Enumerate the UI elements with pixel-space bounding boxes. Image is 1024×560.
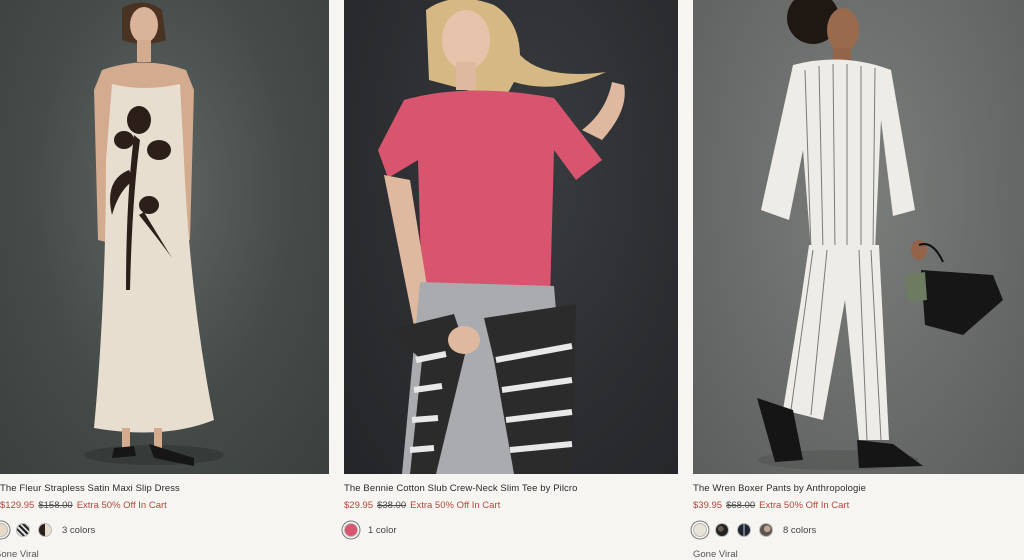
product-title[interactable]: The Bennie Cotton Slub Crew-Neck Slim Te… <box>344 483 678 494</box>
price-row: $29.95 $38.00 Extra 50% Off In Cart <box>344 500 678 511</box>
taupe-print-swatch[interactable] <box>759 523 773 537</box>
promo-text: Extra 50% Off In Cart <box>76 500 167 511</box>
color-swatches: 8 colors <box>693 521 1024 539</box>
color-count: 3 colors <box>62 524 96 536</box>
product-title[interactable]: The Wren Boxer Pants by Anthropologie <box>693 483 1024 494</box>
price-row: $39.95 $68.00 Extra 50% Off In Cart <box>693 500 1024 511</box>
product-title[interactable]: The Fleur Strapless Satin Maxi Slip Dres… <box>0 483 329 494</box>
color-swatches: 1 color <box>344 521 678 539</box>
black-stripe-swatch[interactable] <box>16 523 30 537</box>
product-card[interactable]: The Fleur Strapless Satin Maxi Slip Dres… <box>0 0 329 560</box>
product-card[interactable]: The Bennie Cotton Slub Crew-Neck Slim Te… <box>344 0 678 539</box>
cream-swatch[interactable] <box>693 523 707 537</box>
promo-text: Extra 50% Off In Cart <box>759 500 850 511</box>
color-count: 8 colors <box>783 524 817 536</box>
original-price: $68.00 <box>726 500 756 511</box>
sale-price: $129.95 <box>0 500 35 511</box>
product-image[interactable] <box>0 0 329 474</box>
gone-viral-badge: Gone Viral <box>693 549 738 560</box>
original-price: $158.00 <box>38 500 73 511</box>
sale-price: $39.95 <box>693 500 723 511</box>
product-image[interactable] <box>344 0 678 474</box>
ivory-swatch[interactable] <box>0 523 8 537</box>
product-card[interactable]: The Wren Boxer Pants by Anthropologie $3… <box>693 0 1024 560</box>
gone-viral-badge: Gone Viral <box>0 549 39 560</box>
dark-print-swatch[interactable] <box>715 523 729 537</box>
floral-swatch[interactable] <box>38 523 52 537</box>
price-row: $129.95 $158.00 Extra 50% Off In Cart <box>0 500 329 511</box>
original-price: $38.00 <box>377 500 407 511</box>
pink-swatch[interactable] <box>344 523 358 537</box>
color-count: 1 color <box>368 524 397 536</box>
color-swatches: 3 colors <box>0 521 329 539</box>
product-image[interactable] <box>693 0 1024 474</box>
sale-price: $29.95 <box>344 500 374 511</box>
promo-text: Extra 50% Off In Cart <box>410 500 501 511</box>
navy-swatch[interactable] <box>737 523 751 537</box>
